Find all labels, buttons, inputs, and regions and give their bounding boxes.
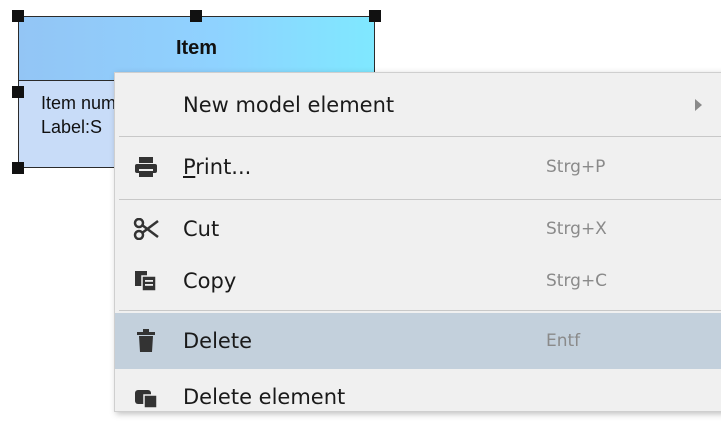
menu-item-shortcut: Entf (546, 331, 581, 351)
menu-item-label: Delete (183, 329, 252, 353)
menu-item-shortcut: Strg+P (546, 157, 606, 177)
scissors-icon (133, 216, 159, 242)
menu-item-shortcut: Strg+C (546, 271, 608, 291)
context-menu: New model element Print... Strg+P Cut St… (114, 72, 721, 412)
menu-item-shortcut: Strg+X (546, 219, 607, 239)
menu-item-new-model-element[interactable]: New model element (115, 77, 721, 133)
menu-item-copy[interactable]: Copy Strg+C (115, 253, 721, 309)
print-mnemonic: P (183, 155, 196, 179)
resize-handle-top-right[interactable] (369, 10, 381, 22)
menu-item-delete-element[interactable]: Delete element (115, 369, 721, 425)
menu-item-print[interactable]: Print... Strg+P (115, 139, 721, 195)
menu-separator (119, 310, 721, 311)
menu-item-label: Print... (183, 155, 251, 179)
printer-icon (133, 154, 159, 180)
submenu-arrow-icon (695, 99, 702, 111)
menu-separator (119, 199, 721, 200)
menu-item-cut[interactable]: Cut Strg+X (115, 201, 721, 257)
menu-separator (119, 136, 721, 137)
resize-handle-top-middle[interactable] (190, 10, 202, 22)
menu-item-label: Copy (183, 269, 237, 293)
trash-icon (133, 328, 159, 354)
delete-element-icon (133, 384, 159, 410)
menu-item-label: New model element (183, 93, 395, 117)
print-label-rest: rint... (195, 155, 252, 179)
resize-handle-middle-left[interactable] (12, 86, 24, 98)
copy-icon (133, 268, 159, 294)
resize-handle-top-left[interactable] (12, 10, 24, 22)
resize-handle-bottom-left[interactable] (12, 162, 24, 174)
menu-item-label: Cut (183, 217, 220, 241)
menu-item-label: Delete element (183, 385, 346, 409)
menu-item-delete[interactable]: Delete Entf (115, 313, 721, 369)
